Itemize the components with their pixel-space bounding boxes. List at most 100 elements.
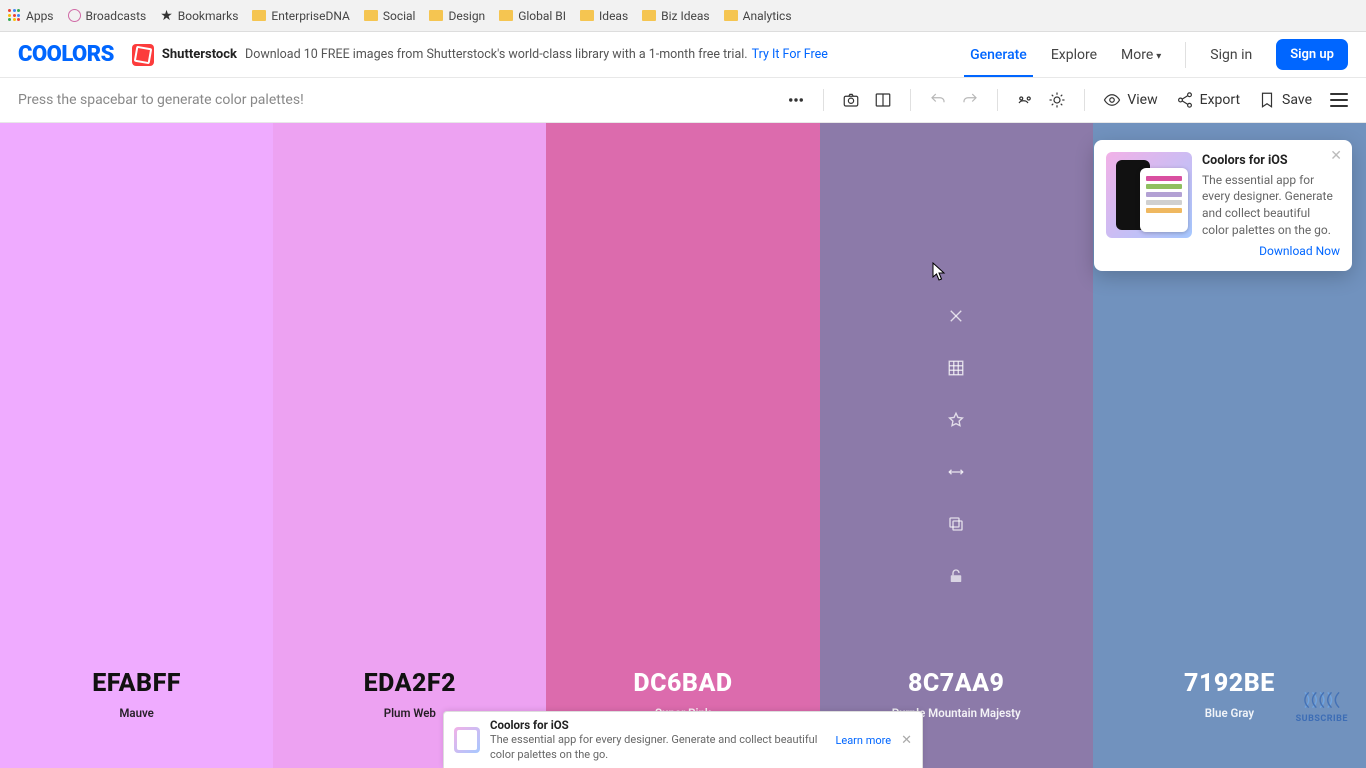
spacebar-hint: Press the spacebar to generate color pal… [18, 92, 304, 108]
bookmark-label: Apps [26, 9, 54, 23]
bookmark-bookmarks[interactable]: ★ Bookmarks [160, 8, 238, 24]
shutterstock-promo-text: Download 10 FREE images from Shutterstoc… [245, 47, 748, 62]
bookmark-folder[interactable]: Biz Ideas [642, 9, 709, 23]
divider [823, 89, 824, 111]
shutterstock-label: Shutterstock [162, 47, 237, 62]
collage-icon[interactable] [874, 91, 892, 109]
lock-icon[interactable] [946, 566, 966, 586]
save-button[interactable]: Save [1258, 91, 1312, 109]
nav-more[interactable]: More▾ [1121, 47, 1161, 63]
bookmark-folder[interactable]: Design [429, 9, 485, 23]
star-icon: ★ [160, 8, 173, 24]
apps-grid-icon [8, 9, 21, 22]
nav-generate[interactable]: Generate [970, 47, 1027, 63]
drag-horizontal-icon[interactable] [946, 462, 966, 482]
promo-download-link[interactable]: Download Now [1202, 243, 1340, 260]
folder-icon [252, 10, 266, 21]
palette-column[interactable]: 8C7AA9Purple Mountain Majesty [820, 123, 1093, 768]
bookmark-label: Design [448, 9, 485, 23]
folder-icon [499, 10, 513, 21]
copy-icon[interactable] [946, 514, 966, 534]
generator-toolbar: Press the spacebar to generate color pal… [0, 78, 1366, 123]
save-label: Save [1282, 92, 1312, 108]
bookmark-icon [1258, 91, 1276, 109]
contrast-icon[interactable] [1016, 91, 1034, 109]
shutterstock-icon [132, 44, 154, 66]
camera-icon[interactable] [842, 91, 860, 109]
shutterstock-try-link[interactable]: Try It For Free [752, 47, 828, 62]
sun-icon[interactable] [1048, 91, 1066, 109]
divider [1084, 89, 1085, 111]
color-name: Plum Web [384, 706, 436, 720]
bookmark-apps[interactable]: Apps [8, 9, 54, 23]
color-hex[interactable]: 8C7AA9 [908, 669, 1004, 698]
view-label: View [1127, 92, 1157, 108]
folder-icon [580, 10, 594, 21]
close-icon[interactable]: ✕ [901, 733, 912, 748]
bookmark-label: Bookmarks [178, 9, 239, 23]
column-tools [946, 306, 966, 586]
header-nav: Generate Explore More▾ Sign in Sign up [970, 39, 1348, 70]
bookmark-folder[interactable]: Global BI [499, 9, 566, 23]
dna-icon [1303, 688, 1341, 712]
browser-bookmarks-bar: Apps Broadcasts ★ Bookmarks EnterpriseDN… [0, 0, 1366, 32]
divider [910, 89, 911, 111]
promo-body: The essential app for every designer. Ge… [1202, 172, 1340, 239]
signin-link[interactable]: Sign in [1210, 47, 1252, 63]
color-hex[interactable]: DC6BAD [633, 669, 732, 698]
export-label: Export [1200, 92, 1240, 108]
broadcast-icon [68, 9, 81, 22]
chevron-down-icon: ▾ [1156, 51, 1161, 62]
banner-thumbnail [454, 727, 480, 753]
palette-column[interactable]: DC6BADSuper Pink [546, 123, 819, 768]
palette-column[interactable]: EFABFFMauve [0, 123, 273, 768]
folder-icon [364, 10, 378, 21]
promo-title: Coolors for iOS [1202, 152, 1340, 170]
view-button[interactable]: View [1103, 91, 1157, 109]
coolors-logo[interactable]: COOLORS [18, 42, 114, 67]
banner-body: The essential app for every designer. Ge… [490, 733, 825, 762]
bookmark-folder[interactable]: Social [364, 9, 416, 23]
color-name: Blue Gray [1205, 706, 1254, 720]
export-button[interactable]: Export [1176, 91, 1240, 109]
bookmark-label: Broadcasts [86, 9, 147, 23]
bookmark-label: Biz Ideas [661, 9, 709, 23]
palette-column[interactable]: EDA2F2 Plum Web [273, 123, 546, 768]
bookmark-label: Ideas [599, 9, 628, 23]
signup-button[interactable]: Sign up [1276, 39, 1348, 70]
star-icon[interactable] [946, 410, 966, 430]
folder-icon [724, 10, 738, 21]
bookmark-folder[interactable]: Ideas [580, 9, 628, 23]
ios-promo-card: ✕ Coolors for iOS The essential app for … [1094, 140, 1352, 271]
bookmark-broadcasts[interactable]: Broadcasts [68, 9, 147, 23]
folder-icon [429, 10, 443, 21]
color-hex[interactable]: 7192BE [1184, 669, 1275, 698]
remove-color-icon[interactable] [946, 306, 966, 326]
nav-explore[interactable]: Explore [1051, 47, 1097, 63]
subscribe-watermark: SUBSCRIBE [1296, 688, 1348, 724]
ios-bottom-banner: Coolors for iOS The essential app for ev… [443, 711, 923, 768]
folder-icon [642, 10, 656, 21]
bookmark-label: Global BI [518, 9, 566, 23]
undo-icon[interactable] [929, 91, 947, 109]
banner-learn-more-link[interactable]: Learn more [835, 734, 891, 747]
divider [997, 89, 998, 111]
bookmark-folder[interactable]: EnterpriseDNA [252, 9, 349, 23]
divider [1185, 42, 1186, 68]
menu-icon[interactable] [1330, 93, 1348, 107]
redo-icon[interactable] [961, 91, 979, 109]
bookmark-label: Analytics [743, 9, 792, 23]
eye-icon [1103, 91, 1121, 109]
app-header: COOLORS Shutterstock Download 10 FREE im… [0, 32, 1366, 78]
color-hex[interactable]: EFABFF [92, 669, 181, 698]
color-hex[interactable]: EDA2F2 [364, 669, 456, 698]
bookmark-folder[interactable]: Analytics [724, 9, 792, 23]
more-dots-icon[interactable] [787, 91, 805, 109]
bookmark-label: Social [383, 9, 416, 23]
share-icon [1176, 91, 1194, 109]
close-icon[interactable]: ✕ [1330, 148, 1342, 164]
banner-title: Coolors for iOS [490, 718, 825, 733]
shades-grid-icon[interactable] [946, 358, 966, 378]
bookmark-label: EnterpriseDNA [271, 9, 349, 23]
promo-thumbnail [1106, 152, 1192, 238]
